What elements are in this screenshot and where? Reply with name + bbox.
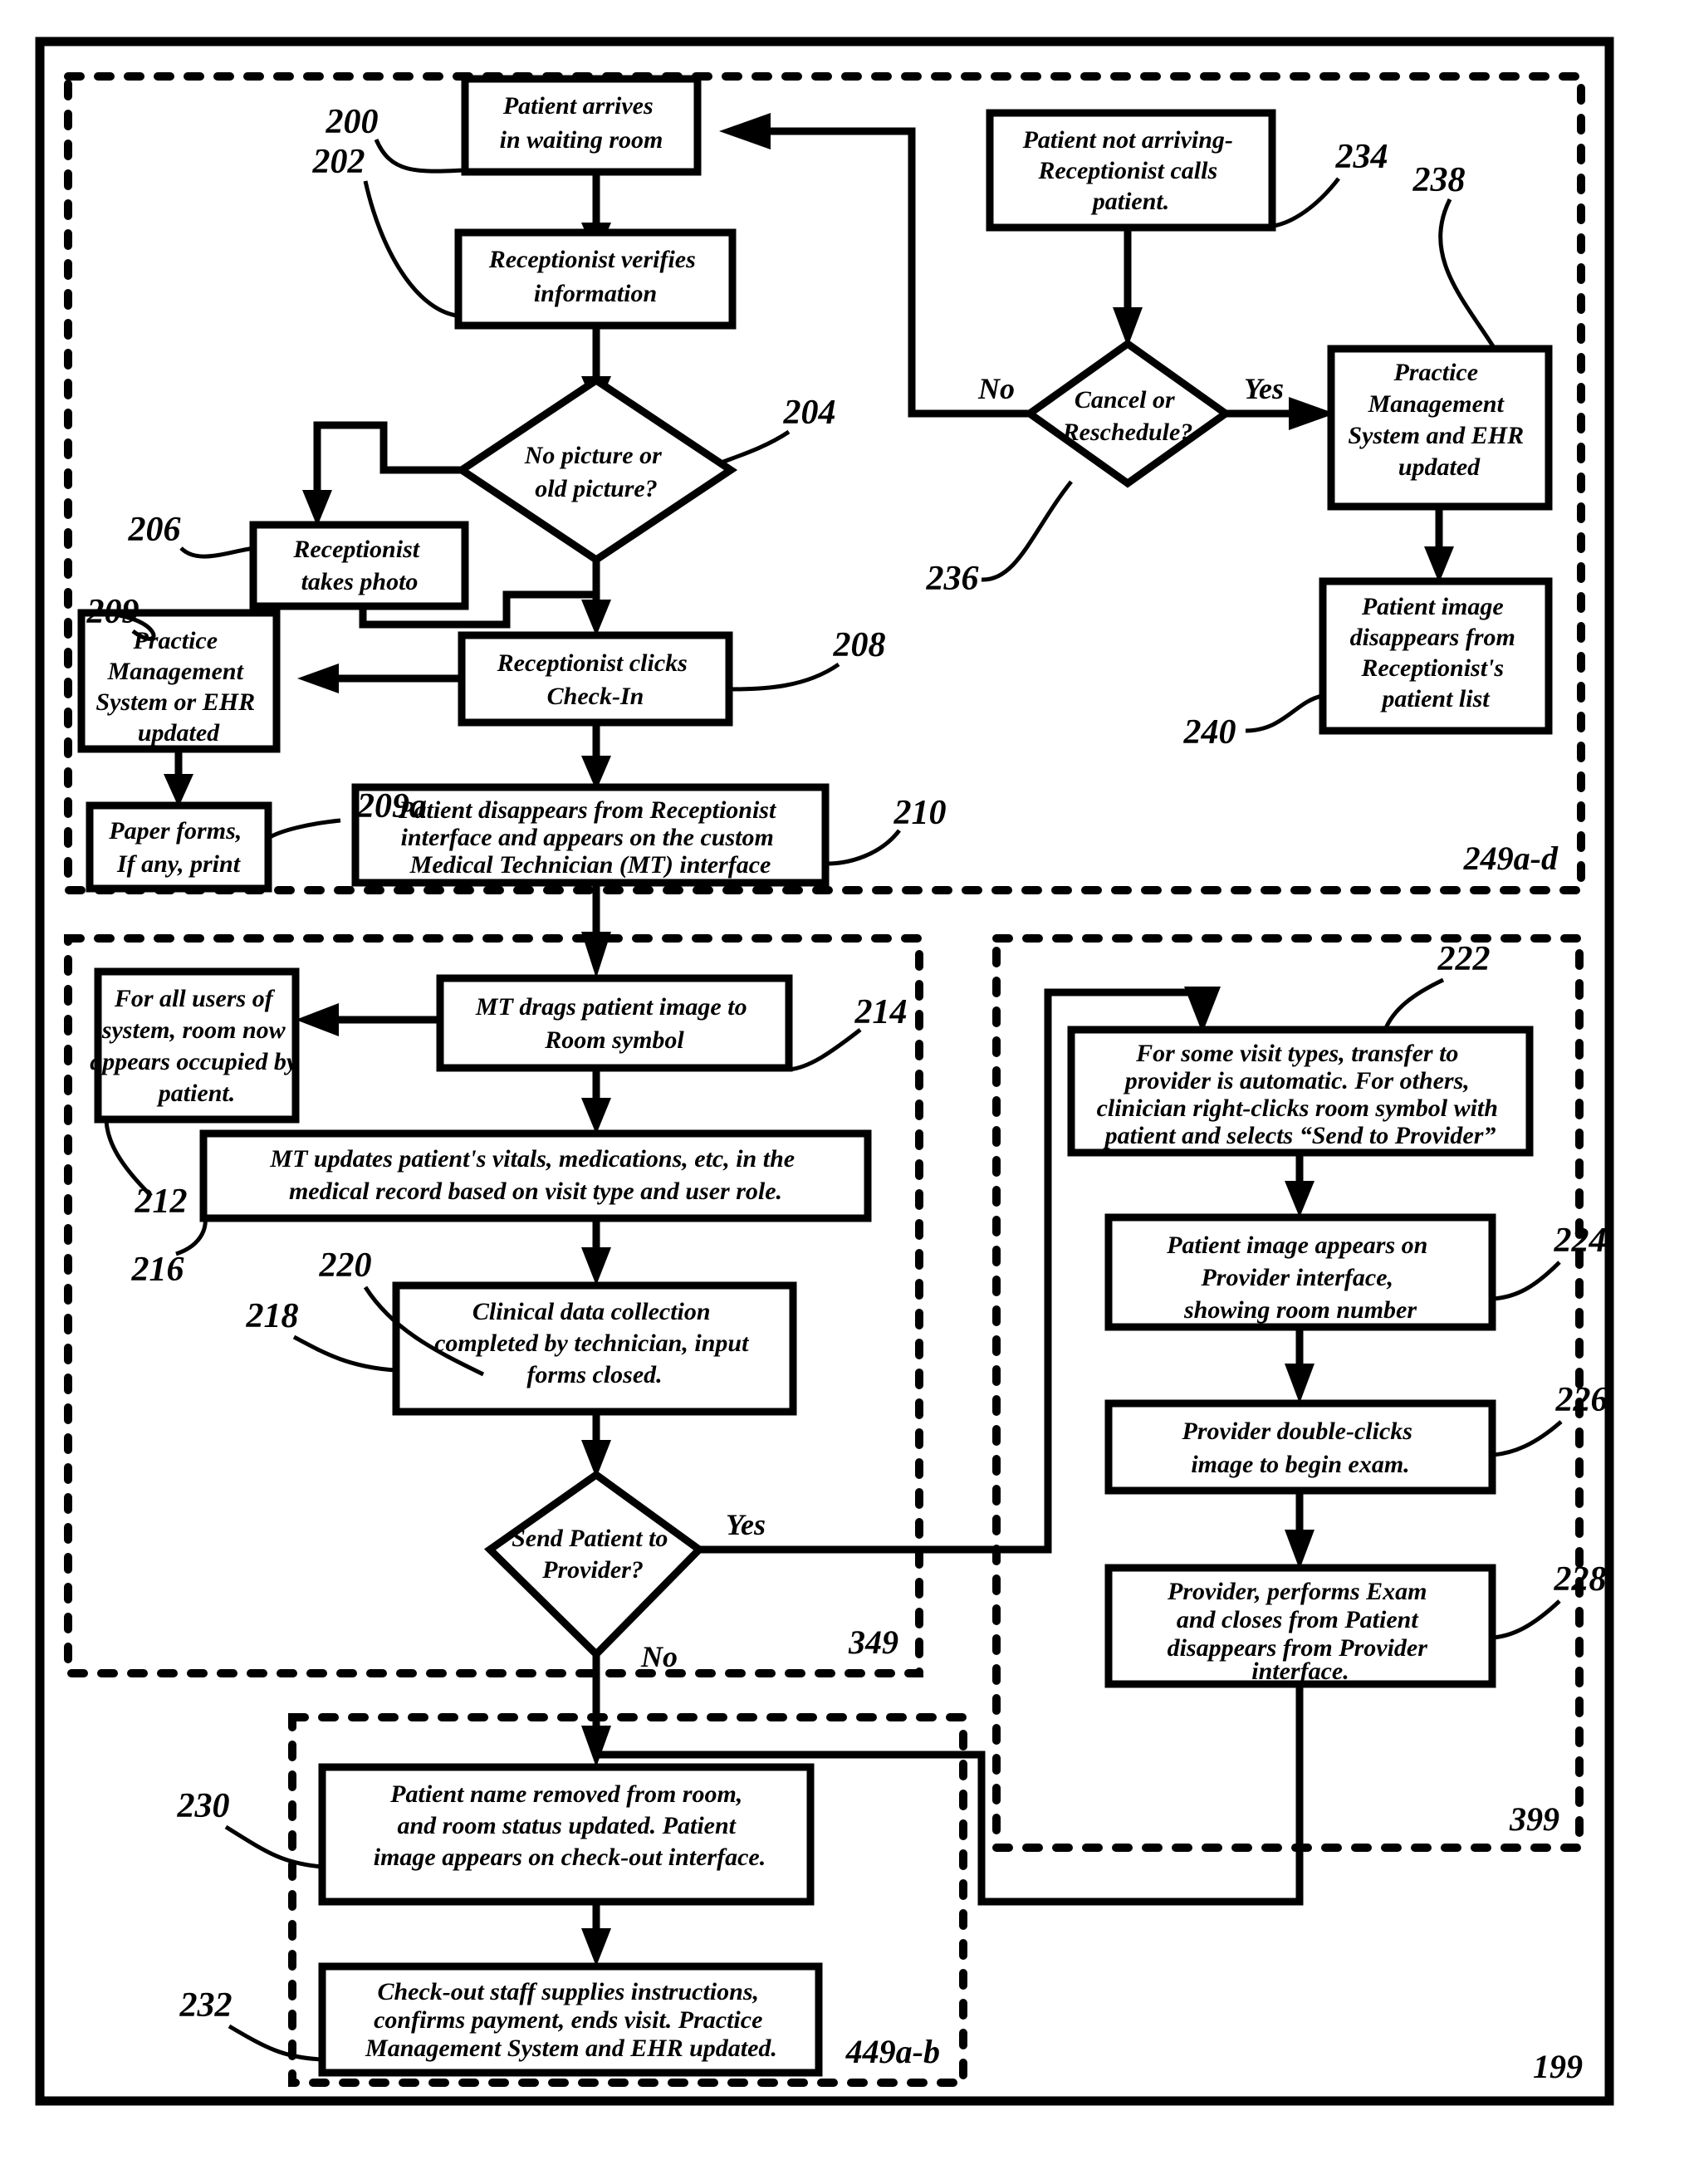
section-label-249: 249a-d: [1463, 840, 1559, 877]
leader-210: [826, 829, 901, 866]
arrowhead: [1285, 1181, 1314, 1217]
arrowhead: [581, 932, 611, 978]
flowchart-canvas: Patient arrives in waiting room Receptio…: [35, 37, 1614, 2106]
ref-numeral-210: 210: [893, 794, 947, 832]
leader-200: [374, 139, 464, 174]
section-label-449: 449a-b: [845, 2033, 940, 2070]
ref-numeral-204: 204: [783, 394, 836, 432]
figure-label-199: 199: [1533, 2048, 1583, 2085]
leader-222: [1383, 977, 1445, 1031]
ref-numeral-209a: 209a: [356, 787, 427, 825]
leader-240: [1245, 693, 1323, 733]
leader-234: [1273, 177, 1340, 228]
node-236-diamond[interactable]: [1023, 339, 1232, 488]
edge-label-yes-220: Yes: [726, 1508, 766, 1541]
arrowhead: [1424, 546, 1454, 583]
section-label-349: 349: [848, 1623, 898, 1661]
node-210-text: Patient disappears from Receptionist int…: [398, 796, 782, 879]
ref-numeral-222: 222: [1437, 940, 1491, 978]
node-222-text: For some visit types, transfer to provid…: [1097, 1040, 1505, 1149]
ref-numeral-200: 200: [326, 103, 379, 141]
arrowhead: [1285, 1530, 1314, 1569]
ref-numeral-216: 216: [131, 1251, 184, 1289]
arrowhead: [297, 664, 339, 693]
ref-numeral-226: 226: [1555, 1381, 1608, 1419]
section-label-399: 399: [1509, 1800, 1559, 1838]
arrowhead: [581, 1098, 611, 1134]
ref-numeral-228: 228: [1554, 1560, 1607, 1599]
node-204-diamond[interactable]: [454, 375, 738, 565]
ref-numeral-209: 209: [86, 593, 140, 631]
ref-numeral-240: 240: [1183, 713, 1236, 752]
leader-228: [1492, 1599, 1561, 1640]
ref-numeral-206: 206: [128, 511, 181, 549]
edge-label-no-220: No: [640, 1640, 678, 1673]
ref-numeral-202: 202: [312, 143, 365, 181]
node-224-text: Patient image appears on Provider interf…: [1166, 1232, 1434, 1324]
ref-numeral-232: 232: [179, 1986, 233, 2025]
edge-204-206: [313, 421, 475, 497]
arrowhead: [581, 1726, 611, 1767]
leader-236: [981, 480, 1073, 582]
node-232-text: Check-out staff supplies instructions, c…: [365, 1978, 777, 2062]
leader-206: [179, 546, 255, 559]
ref-numeral-224: 224: [1554, 1222, 1607, 1260]
arrowhead: [1285, 1364, 1314, 1403]
arrowhead: [296, 1003, 339, 1036]
ref-numeral-234: 234: [1335, 138, 1388, 176]
leader-209a: [268, 818, 341, 840]
ref-numeral-212: 212: [135, 1183, 188, 1221]
ref-numeral-214: 214: [854, 993, 908, 1031]
leader-224: [1492, 1261, 1561, 1301]
arrowhead: [581, 1928, 611, 1966]
node-230-text: Patient name removed from room, and room…: [374, 1780, 766, 1871]
leader-218: [292, 1334, 396, 1373]
leader-230: [224, 1824, 323, 1869]
ref-numeral-220: 220: [319, 1246, 372, 1285]
edge-label-yes-236: Yes: [1244, 372, 1284, 405]
leader-232: [228, 2024, 323, 2062]
ref-numeral-238: 238: [1412, 161, 1466, 199]
leader-214: [788, 1028, 862, 1072]
leader-202: [363, 180, 458, 318]
leader-208: [730, 662, 840, 692]
arrowhead: [302, 490, 332, 526]
ref-numeral-230: 230: [177, 1787, 230, 1825]
leader-204: [718, 429, 791, 466]
ref-numeral-236: 236: [926, 560, 979, 598]
ref-numeral-218: 218: [246, 1297, 299, 1335]
arrowhead: [719, 113, 771, 149]
arrowhead: [581, 1247, 611, 1285]
node-214-box[interactable]: [436, 974, 793, 1072]
leader-238: [1438, 198, 1497, 350]
edge-label-no-236: No: [977, 372, 1015, 405]
leader-216: [175, 1218, 208, 1256]
arrowhead: [581, 600, 611, 636]
ref-numeral-208: 208: [833, 626, 886, 664]
leader-226: [1492, 1420, 1563, 1457]
